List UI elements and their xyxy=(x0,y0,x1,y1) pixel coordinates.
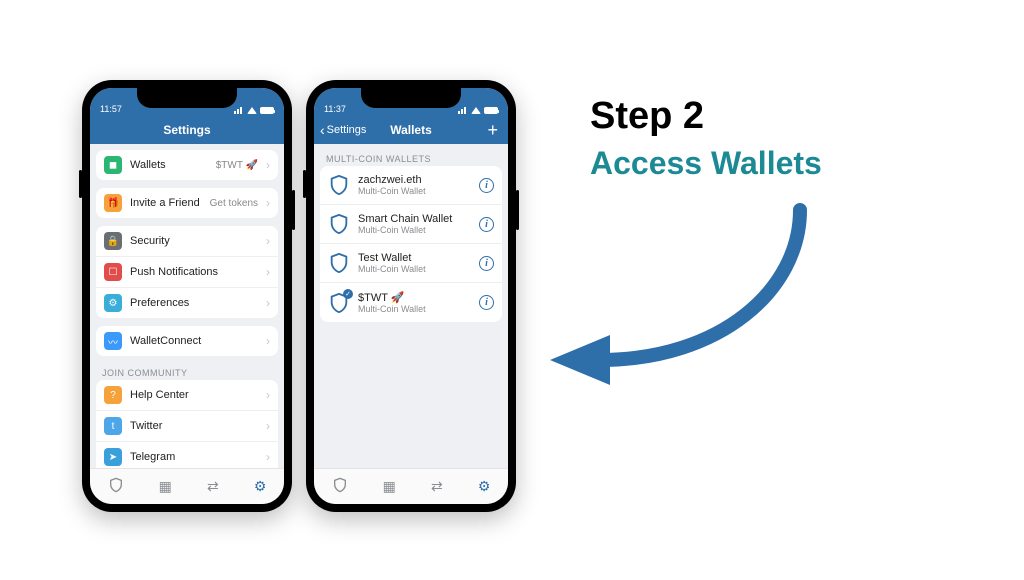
preferences-row[interactable]: ⚙ Preferences › xyxy=(96,287,278,318)
row-label: WalletConnect xyxy=(130,335,258,347)
info-icon[interactable]: i xyxy=(479,217,494,232)
wallet-row[interactable]: Smart Chain Wallet Multi-Coin Wallet i xyxy=(320,204,502,243)
chevron-right-icon: › xyxy=(266,196,270,210)
step-subtitle: Access Wallets xyxy=(590,145,822,182)
twitter-icon: t xyxy=(104,417,122,435)
telegram-row[interactable]: ➤ Telegram › xyxy=(96,441,278,468)
wallets-section-header: MULTI-COIN WALLETS xyxy=(320,150,502,166)
phone-notch xyxy=(361,88,461,108)
nav-title: Settings xyxy=(163,123,210,137)
chevron-right-icon: › xyxy=(266,419,270,433)
tab-bar: ▦ ⇄ ⚙ xyxy=(90,468,284,504)
twitter-row[interactable]: t Twitter › xyxy=(96,410,278,441)
tab-shield[interactable] xyxy=(108,477,124,496)
community-header: JOIN COMMUNITY xyxy=(96,364,278,380)
gear-icon: ⚙ xyxy=(104,294,122,312)
tab-swap[interactable]: ⇄ xyxy=(431,478,443,495)
status-time: 11:57 xyxy=(100,104,122,114)
info-icon[interactable]: i xyxy=(479,295,494,310)
wifi-icon xyxy=(247,107,257,114)
wallet-name: $TWT 🚀 xyxy=(358,291,471,304)
row-label: Push Notifications xyxy=(130,266,258,278)
chevron-right-icon: › xyxy=(266,158,270,172)
wallet-icon: ◼ xyxy=(104,156,122,174)
tab-swap[interactable]: ⇄ xyxy=(207,478,219,495)
wallet-sub: Multi-Coin Wallet xyxy=(358,186,471,196)
tab-shield[interactable] xyxy=(332,477,348,496)
phone-notch xyxy=(137,88,237,108)
wallet-row[interactable]: ✓ $TWT 🚀 Multi-Coin Wallet i xyxy=(320,282,502,322)
battery-icon xyxy=(484,107,498,114)
row-label: Help Center xyxy=(130,389,258,401)
row-value: $TWT 🚀 xyxy=(216,160,258,171)
tab-settings[interactable]: ⚙ xyxy=(254,478,267,495)
row-label: Telegram xyxy=(130,451,258,463)
phone-wallets: 11:37 ‹ Settings Wallets + MULTI-COIN WA… xyxy=(306,80,516,512)
tab-bar: ▦ ⇄ ⚙ xyxy=(314,468,508,504)
wallet-row[interactable]: zachzwei.eth Multi-Coin Wallet i xyxy=(320,166,502,204)
back-label: Settings xyxy=(327,124,367,136)
invite-row[interactable]: 🎁 Invite a Friend Get tokens › xyxy=(96,188,278,218)
shield-icon xyxy=(328,174,350,196)
bell-icon: ☐ xyxy=(104,263,122,281)
info-icon[interactable]: i xyxy=(479,256,494,271)
security-row[interactable]: 🔒 Security › xyxy=(96,226,278,256)
row-label: Security xyxy=(130,235,258,247)
shield-icon xyxy=(328,213,350,235)
swoosh-arrow xyxy=(540,190,820,390)
back-button[interactable]: ‹ Settings xyxy=(320,122,366,138)
row-label: Preferences xyxy=(130,297,258,309)
nav-title: Wallets xyxy=(390,123,432,137)
wallet-name: Smart Chain Wallet xyxy=(358,213,471,225)
walletconnect-row[interactable]: 〰 WalletConnect › xyxy=(96,326,278,356)
wallet-name: zachzwei.eth xyxy=(358,174,471,186)
help-icon: ? xyxy=(104,386,122,404)
chevron-left-icon: ‹ xyxy=(320,122,325,138)
wallet-sub: Multi-Coin Wallet xyxy=(358,225,471,235)
walletconnect-icon: 〰 xyxy=(104,332,122,350)
row-label: Twitter xyxy=(130,420,258,432)
signal-icon xyxy=(458,107,468,114)
wifi-icon xyxy=(471,107,481,114)
row-label: Invite a Friend xyxy=(130,197,202,209)
chevron-right-icon: › xyxy=(266,450,270,464)
help-center-row[interactable]: ? Help Center › xyxy=(96,380,278,410)
info-icon[interactable]: i xyxy=(479,178,494,193)
wallets-content: MULTI-COIN WALLETS zachzwei.eth Multi-Co… xyxy=(314,144,508,468)
signal-icon xyxy=(234,107,244,114)
row-value: Get tokens xyxy=(210,198,258,209)
lock-icon: 🔒 xyxy=(104,232,122,250)
chevron-right-icon: › xyxy=(266,334,270,348)
shield-icon xyxy=(328,252,350,274)
chevron-right-icon: › xyxy=(266,234,270,248)
wallet-sub: Multi-Coin Wallet xyxy=(358,264,471,274)
check-badge-icon: ✓ xyxy=(343,289,353,299)
telegram-icon: ➤ xyxy=(104,448,122,466)
chevron-right-icon: › xyxy=(266,265,270,279)
settings-content: ◼ Wallets $TWT 🚀 › 🎁 Invite a Friend Get… xyxy=(90,144,284,468)
notifications-row[interactable]: ☐ Push Notifications › xyxy=(96,256,278,287)
wallets-list: zachzwei.eth Multi-Coin Wallet i Smart C… xyxy=(320,166,502,322)
row-label: Wallets xyxy=(130,159,208,171)
shield-icon: ✓ xyxy=(328,292,350,314)
tab-grid[interactable]: ▦ xyxy=(383,478,396,495)
add-wallet-button[interactable]: + xyxy=(487,121,498,139)
nav-bar: ‹ Settings Wallets + xyxy=(314,116,508,144)
wallet-sub: Multi-Coin Wallet xyxy=(358,304,471,314)
nav-bar: Settings xyxy=(90,116,284,144)
tab-settings[interactable]: ⚙ xyxy=(478,478,491,495)
gift-icon: 🎁 xyxy=(104,194,122,212)
chevron-right-icon: › xyxy=(266,388,270,402)
tab-grid[interactable]: ▦ xyxy=(159,478,172,495)
status-time: 11:37 xyxy=(324,104,346,114)
wallet-name: Test Wallet xyxy=(358,252,471,264)
phone-settings: 11:57 Settings ◼ Wallets $TWT 🚀 › xyxy=(82,80,292,512)
step-title: Step 2 xyxy=(590,95,704,138)
battery-icon xyxy=(260,107,274,114)
chevron-right-icon: › xyxy=(266,296,270,310)
wallets-row[interactable]: ◼ Wallets $TWT 🚀 › xyxy=(96,150,278,180)
wallet-row[interactable]: Test Wallet Multi-Coin Wallet i xyxy=(320,243,502,282)
